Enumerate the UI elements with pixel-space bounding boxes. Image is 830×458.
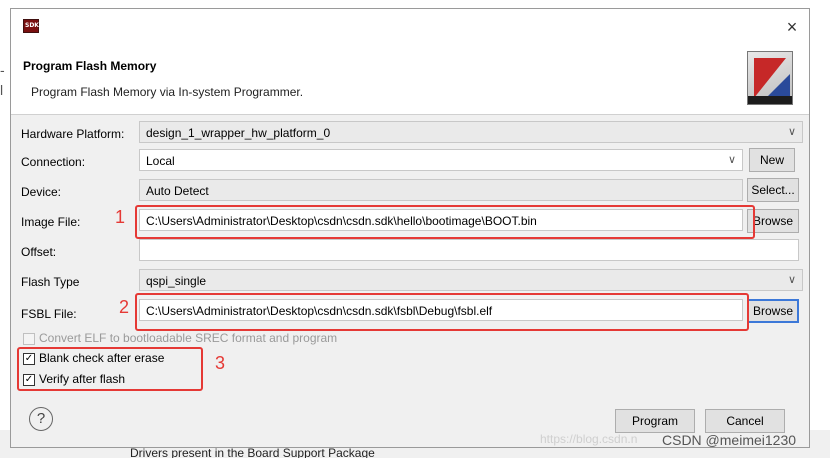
- flash-type-label: Flash Type: [21, 275, 80, 289]
- background-edge: -l: [0, 62, 5, 98]
- annotation-box-1: [135, 205, 755, 239]
- annotation-box-3: [17, 347, 203, 391]
- fsbl-file-label: FSBL File:: [21, 307, 77, 321]
- sdk-app-icon: SDK: [23, 19, 39, 33]
- dialog-header: Program Flash Memory Program Flash Memor…: [11, 47, 809, 115]
- connection-select[interactable]: Local ∨: [139, 149, 743, 171]
- cancel-button[interactable]: Cancel: [705, 409, 785, 433]
- chevron-down-icon: ∨: [787, 274, 796, 286]
- hardware-platform-label: Hardware Platform:: [21, 127, 125, 141]
- chevron-down-icon: ∨: [727, 154, 736, 166]
- convert-elf-label: Convert ELF to bootloadable SREC format …: [39, 331, 338, 345]
- dialog-description: Program Flash Memory via In-system Progr…: [31, 85, 304, 99]
- fsbl-file-browse-button[interactable]: Browse: [747, 299, 799, 323]
- annotation-number-3: 3: [215, 353, 226, 373]
- image-file-label: Image File:: [21, 215, 81, 229]
- flash-banner-icon: [747, 51, 793, 105]
- connection-label: Connection:: [21, 155, 86, 169]
- title-bar: SDK ×: [11, 9, 809, 47]
- csdn-credit: CSDN @meimei1230: [662, 432, 797, 448]
- convert-elf-checkbox: [23, 333, 35, 345]
- offset-input[interactable]: [139, 239, 799, 261]
- program-button[interactable]: Program: [615, 409, 695, 433]
- chevron-down-icon: ∨: [787, 126, 796, 138]
- watermark-text: https://blog.csdn.n: [540, 432, 638, 446]
- device-label: Device:: [21, 185, 62, 199]
- hardware-platform-select[interactable]: design_1_wrapper_hw_platform_0 ∨: [139, 121, 803, 143]
- select-device-button[interactable]: Select...: [747, 178, 799, 202]
- dialog-title: Program Flash Memory: [23, 59, 157, 73]
- program-flash-dialog: SDK × Program Flash Memory Program Flash…: [10, 8, 810, 448]
- annotation-box-2: [135, 293, 749, 331]
- annotation-number-1: 1: [115, 207, 126, 227]
- flash-type-select[interactable]: qspi_single ∨: [139, 269, 803, 291]
- offset-label: Offset:: [21, 245, 57, 259]
- device-field: Auto Detect: [139, 179, 743, 201]
- new-connection-button[interactable]: New: [749, 148, 795, 172]
- help-icon[interactable]: ?: [29, 407, 53, 431]
- close-button[interactable]: ×: [781, 17, 803, 39]
- annotation-number-2: 2: [119, 297, 130, 317]
